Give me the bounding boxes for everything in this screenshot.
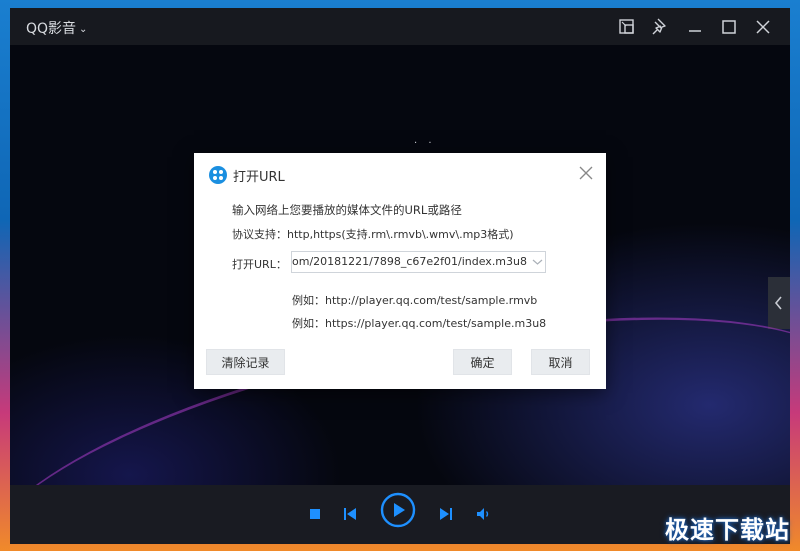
pin-button[interactable] — [650, 16, 672, 38]
skip-previous-icon — [344, 508, 356, 520]
url-label: 打开URL： — [232, 258, 287, 271]
pin-icon — [652, 18, 666, 35]
url-input[interactable]: bili.com/20181221/7898_c67e2f01/index.m3… — [291, 251, 546, 273]
clear-history-button[interactable]: 清除记录 — [206, 349, 285, 375]
url-input-value: bili.com/20181221/7898_c67e2f01/index.m3… — [291, 255, 527, 268]
dialog-close-button[interactable] — [578, 165, 594, 181]
chevron-down-icon — [532, 259, 543, 265]
title-bar: QQ影音 ⌄ — [10, 8, 790, 45]
dialog-prompt: 输入网络上您要播放的媒体文件的URL或路径 — [232, 203, 462, 217]
next-button[interactable] — [439, 507, 453, 521]
volume-button[interactable] — [476, 507, 492, 521]
minimize-icon — [689, 30, 701, 32]
url-history-dropdown[interactable] — [530, 252, 545, 272]
mini-mode-icon — [619, 19, 634, 34]
ok-button[interactable]: 确定 — [453, 349, 512, 375]
maximize-icon — [722, 20, 736, 34]
chevron-down-icon: ⌄ — [79, 24, 88, 35]
playlist-toggle-button[interactable] — [768, 277, 790, 329]
open-url-dialog: 打开URL 输入网络上您要播放的媒体文件的URL或路径 协议支持：http,ht… — [194, 153, 606, 389]
dialog-title: 打开URL — [233, 170, 285, 185]
stop-icon — [310, 509, 320, 519]
film-reel-icon — [209, 166, 227, 184]
volume-icon — [477, 508, 489, 520]
play-icon — [380, 492, 416, 528]
close-icon — [756, 20, 770, 34]
mini-mode-button[interactable] — [616, 16, 638, 38]
maximize-button[interactable] — [718, 16, 740, 38]
previous-button[interactable] — [343, 507, 357, 521]
app-title: QQ影音 — [26, 21, 77, 37]
close-icon — [579, 166, 593, 180]
app-menu-button[interactable]: QQ影音 ⌄ — [26, 18, 87, 38]
watermark: 极速下载站 — [665, 516, 790, 544]
stop-button[interactable] — [309, 508, 321, 520]
loading-indicator: · · — [414, 138, 436, 149]
cancel-button[interactable]: 取消 — [531, 349, 590, 375]
minimize-button[interactable] — [684, 16, 706, 38]
skip-next-icon — [440, 508, 452, 520]
play-button[interactable] — [380, 492, 416, 528]
close-button[interactable] — [752, 16, 774, 38]
chevron-left-icon — [774, 296, 782, 310]
example-m3u8: 例如：https://player.qq.com/test/sample.m3u… — [292, 317, 547, 330]
protocol-support-text: 协议支持：http,https(支持.rm\.rmvb\.wmv\.mp3格式) — [232, 228, 514, 241]
example-rmvb: 例如：http://player.qq.com/test/sample.rmvb — [292, 294, 538, 307]
